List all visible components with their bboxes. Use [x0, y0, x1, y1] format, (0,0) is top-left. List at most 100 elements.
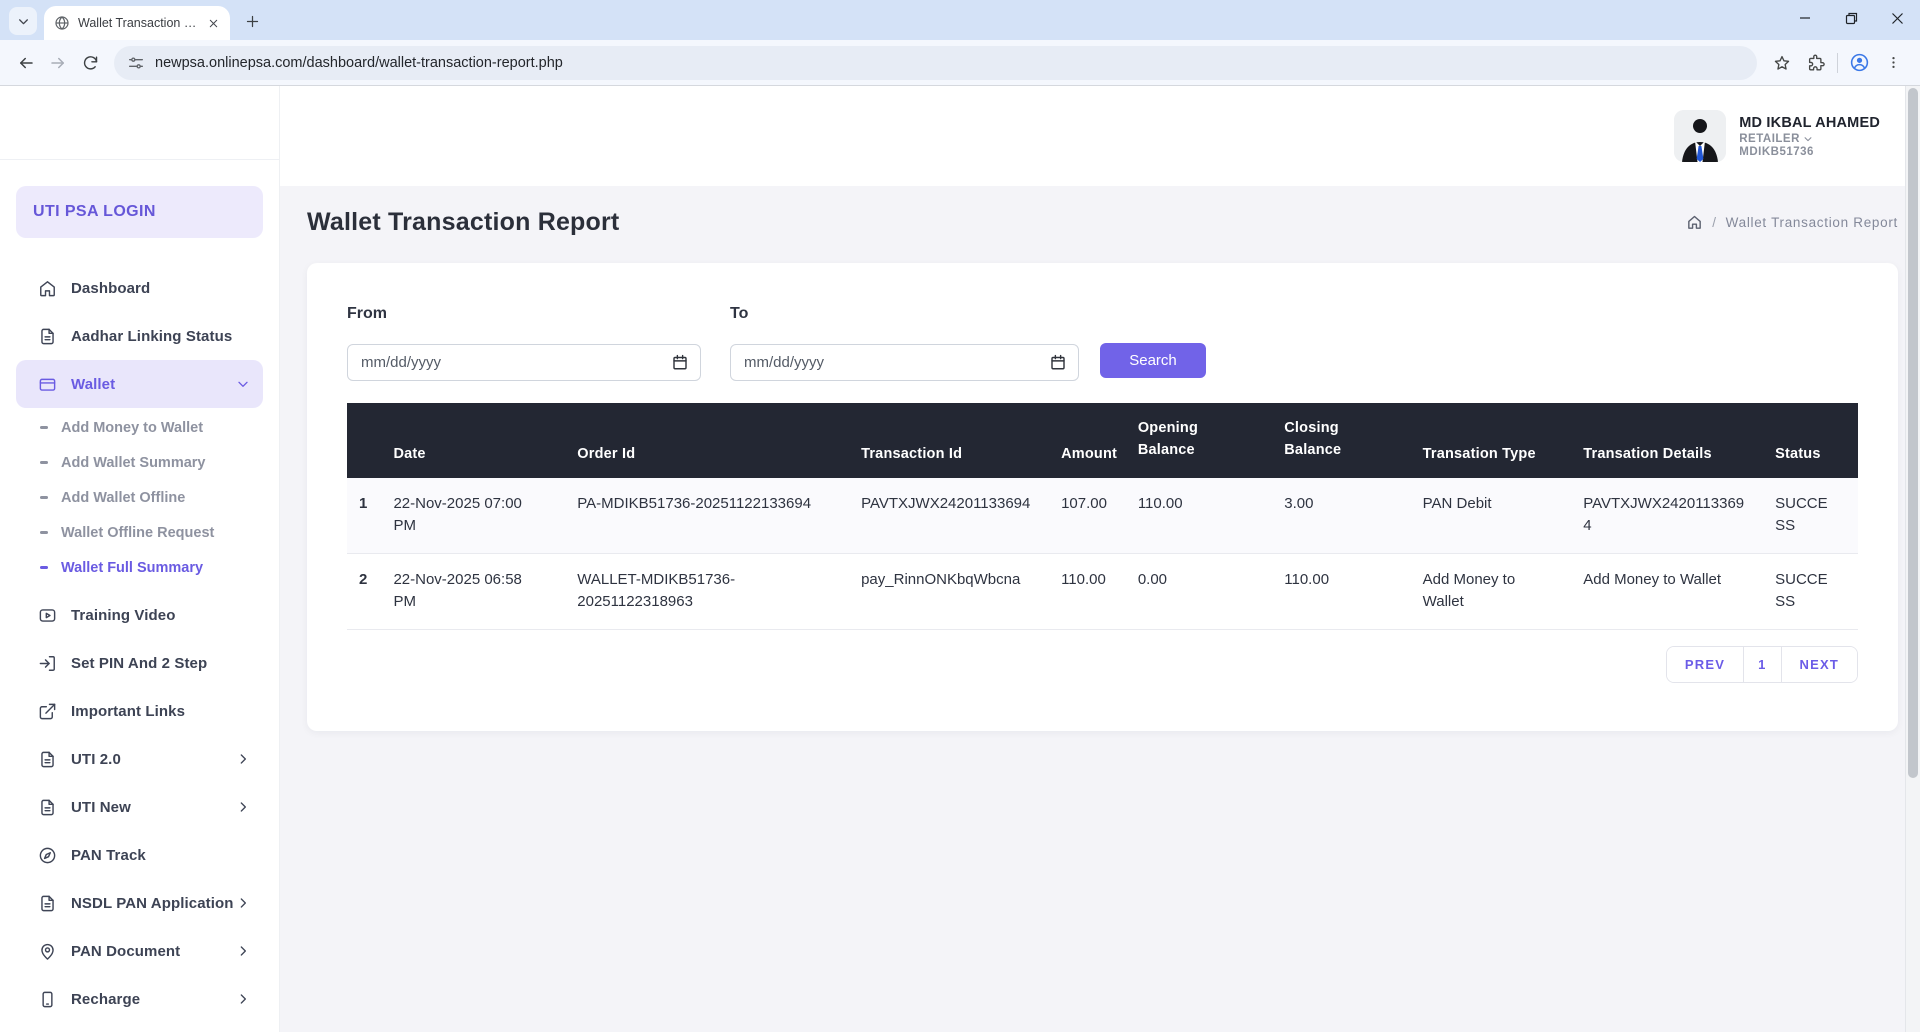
browser-profile-button[interactable] [1842, 47, 1876, 79]
tab-close-icon[interactable] [204, 14, 222, 32]
cell-closing-balance: 110.00 [1284, 553, 1422, 629]
sidebar-item-dashboard[interactable]: Dashboard [16, 264, 263, 312]
cell-status: SUCCESS [1775, 553, 1858, 629]
globe-icon [54, 15, 70, 31]
sidebar-subitem-label: Wallet Offline Request [61, 525, 214, 541]
col-amount-header: Amount [1061, 403, 1138, 478]
browser-chrome: Wallet Transaction Report [0, 0, 1920, 86]
file-icon [38, 750, 57, 769]
scrollbar-thumb[interactable] [1908, 88, 1918, 778]
user-text: MD IKBAL AHAMED RETAILER MDIKB51736 [1739, 115, 1880, 158]
sidebar-item-set-pin-and-2-step[interactable]: Set PIN And 2 Step [16, 639, 263, 687]
col-status-header: Status [1775, 403, 1858, 478]
to-date-input[interactable] [730, 344, 1079, 381]
dash-icon [40, 496, 48, 499]
cell-sn: 1 [347, 478, 393, 554]
table-body: 1 22-Nov-2025 07:00 PM PA-MDIKB51736-202… [347, 478, 1858, 630]
sidebar-item-uti-new[interactable]: UTI New [16, 783, 263, 831]
avatar-image [1674, 110, 1726, 162]
chevron-down-icon [1803, 134, 1813, 144]
pagination-group: PREV 1 NEXT [1666, 646, 1858, 683]
cell-status: SUCCESS [1775, 478, 1858, 554]
user-role-label: RETAILER [1739, 133, 1800, 145]
close-window-button[interactable] [1874, 0, 1920, 36]
cell-transation-type: PAN Debit [1423, 478, 1584, 554]
user-role[interactable]: RETAILER [1739, 133, 1880, 145]
restore-button[interactable] [1828, 0, 1874, 36]
from-date-input[interactable] [347, 344, 701, 381]
sidebar-item-aadhar-linking-status[interactable]: Aadhar Linking Status [16, 312, 263, 360]
sidebar-logo-area [0, 86, 279, 160]
page-number-button[interactable]: 1 [1743, 647, 1780, 682]
table-header-row: Date Order Id Transaction Id Amount Open… [347, 403, 1858, 478]
sidebar-item-recharge[interactable]: Recharge [16, 975, 263, 1023]
sidebar-subitem-add-money-to-wallet[interactable]: Add Money to Wallet [16, 410, 263, 445]
sidebar-subitem-label: Add Wallet Summary [61, 455, 206, 471]
back-button[interactable] [10, 47, 42, 79]
sidebar-item-training-video[interactable]: Training Video [16, 591, 263, 639]
next-page-button[interactable]: NEXT [1781, 647, 1857, 682]
close-icon [1891, 12, 1904, 25]
browser-toolbar: newpsa.onlinepsa.com/dashboard/wallet-tr… [0, 40, 1920, 86]
title-row: Wallet Transaction Report / Wallet Trans… [307, 208, 1898, 237]
browser-menu-button[interactable] [1876, 47, 1910, 79]
user-menu[interactable]: MD IKBAL AHAMED RETAILER MDIKB51736 [1674, 110, 1880, 162]
url-bar[interactable]: newpsa.onlinepsa.com/dashboard/wallet-tr… [114, 46, 1757, 80]
col-opening-balance-header: Opening Balance [1138, 403, 1284, 478]
sidebar-subitem-wallet-offline-request[interactable]: Wallet Offline Request [16, 515, 263, 550]
chevron-right-icon [235, 799, 251, 815]
kebab-menu-icon [1886, 55, 1901, 70]
from-date-wrap [347, 344, 701, 381]
sidebar-item-pan-track[interactable]: PAN Track [16, 831, 263, 879]
col-transation-details-header: Transation Details [1583, 403, 1775, 478]
external-link-icon [38, 702, 57, 721]
sidebar-item-wallet[interactable]: Wallet [16, 360, 263, 408]
extensions-button[interactable] [1799, 47, 1833, 79]
sidebar-item-label: PAN Document [71, 943, 180, 960]
sidebar-item-label: UTI 2.0 [71, 751, 121, 768]
sidebar-item-label: Training Video [71, 607, 175, 624]
file-icon [38, 894, 57, 913]
sidebar-subitem-add-wallet-summary[interactable]: Add Wallet Summary [16, 445, 263, 480]
page-title: Wallet Transaction Report [307, 208, 619, 237]
cell-date: 22-Nov-2025 06:58 PM [393, 553, 577, 629]
tab-title: Wallet Transaction Report [78, 16, 204, 30]
home-icon[interactable] [1686, 214, 1703, 231]
dash-icon [40, 461, 48, 464]
tab-search-button[interactable] [9, 7, 37, 35]
bookmark-star-button[interactable] [1765, 47, 1799, 79]
col-sn-header [347, 403, 393, 478]
forward-button[interactable] [42, 47, 74, 79]
sidebar-item-important-links[interactable]: Important Links [16, 687, 263, 735]
sidebar-subitem-wallet-full-summary[interactable]: Wallet Full Summary [16, 550, 263, 585]
report-card: From To Search [307, 263, 1898, 731]
to-date-group: To [730, 305, 1079, 381]
cell-sn: 2 [347, 553, 393, 629]
new-tab-button[interactable] [238, 7, 266, 35]
breadcrumb-separator: / [1712, 215, 1716, 230]
dash-icon [40, 566, 48, 569]
cell-amount: 110.00 [1061, 553, 1138, 629]
sidebar-item-label: Set PIN And 2 Step [71, 655, 207, 672]
transactions-table: Date Order Id Transaction Id Amount Open… [347, 403, 1858, 630]
file-icon [38, 798, 57, 817]
sidebar-subitem-add-wallet-offline[interactable]: Add Wallet Offline [16, 480, 263, 515]
chevron-down-icon [17, 15, 30, 28]
browser-tab[interactable]: Wallet Transaction Report [44, 6, 230, 40]
user-name: MD IKBAL AHAMED [1739, 115, 1880, 131]
file-icon [38, 327, 57, 346]
cell-opening-balance: 0.00 [1138, 553, 1284, 629]
sidebar-item-uti-2-0[interactable]: UTI 2.0 [16, 735, 263, 783]
minimize-button[interactable] [1782, 0, 1828, 36]
sidebar-item-pan-document[interactable]: PAN Document [16, 927, 263, 975]
restore-icon [1845, 12, 1858, 25]
reload-button[interactable] [74, 47, 106, 79]
app-window: UTI PSA LOGIN Dashboard Aadhar Linking S… [0, 86, 1920, 1032]
avatar [1674, 110, 1726, 162]
page-scrollbar[interactable] [1905, 86, 1920, 1032]
video-icon [38, 606, 57, 625]
search-button[interactable]: Search [1100, 343, 1206, 378]
filters: From To Search [347, 305, 1858, 381]
prev-page-button[interactable]: PREV [1667, 647, 1743, 682]
sidebar-item-nsdl-pan-application[interactable]: NSDL PAN Application [16, 879, 263, 927]
